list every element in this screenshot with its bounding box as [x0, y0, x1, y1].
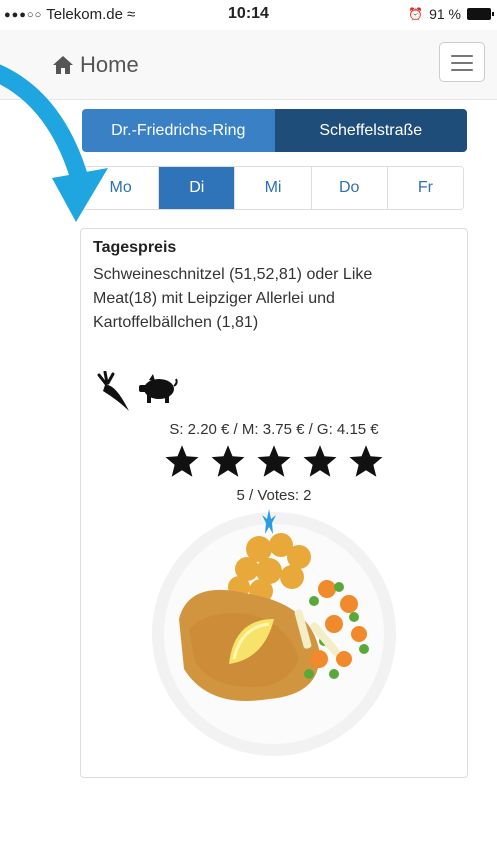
- day-tabs: Mo Di Mi Do Fr: [82, 166, 464, 210]
- meal-price: S: 2.20 € / M: 3.75 € / G: 4.15 €: [169, 421, 379, 438]
- navbar: Home: [0, 30, 497, 100]
- rating-stars[interactable]: [81, 443, 467, 479]
- location-tabs: Dr.-Friedrichs-Ring Scheffelstraße: [82, 109, 467, 152]
- home-label: Home: [80, 52, 139, 77]
- tab-location-scheffelstrasse[interactable]: Scheffelstraße: [274, 109, 467, 152]
- star-icon[interactable]: [255, 443, 293, 479]
- star-icon[interactable]: [347, 443, 385, 479]
- dish-image: [152, 509, 396, 756]
- tab-day-di[interactable]: Di: [159, 167, 236, 209]
- diet-icons: [97, 371, 179, 413]
- status-right: ⏰ 91 %: [408, 6, 494, 22]
- meal-card: Tagespreis Schweineschnitzel (51,52,81) …: [80, 228, 468, 778]
- menu-toggle-button[interactable]: [439, 42, 485, 82]
- tab-day-mo[interactable]: Mo: [83, 167, 160, 209]
- tab-day-fr[interactable]: Fr: [387, 167, 463, 209]
- status-bar: ●●●○○ Telekom.de ≈ 10:14 ⏰ 91 %: [0, 0, 497, 30]
- meal-votes: 5 / Votes: 2: [236, 487, 312, 504]
- tab-location-dr-friedrichs-ring[interactable]: Dr.-Friedrichs-Ring: [82, 109, 275, 152]
- meal-description: Schweineschnitzel (51,52,81) oder Like M…: [93, 266, 373, 331]
- star-icon[interactable]: [163, 443, 201, 479]
- hamburger-icon-line: [451, 62, 473, 64]
- hamburger-icon: [451, 55, 473, 57]
- home-icon: [53, 56, 73, 74]
- battery-percent: 91 %: [429, 6, 461, 22]
- pig-icon: [139, 374, 178, 403]
- hamburger-icon-line: [451, 69, 473, 71]
- star-icon[interactable]: [301, 443, 339, 479]
- tab-day-mi[interactable]: Mi: [235, 167, 312, 209]
- home-link[interactable]: Home: [52, 52, 139, 78]
- meal-title: Tagespreis: [93, 239, 177, 256]
- tab-day-do[interactable]: Do: [311, 167, 388, 209]
- battery-icon: [467, 8, 494, 20]
- alarm-icon: ⏰: [408, 7, 424, 21]
- carrot-icon: [97, 371, 129, 411]
- star-icon[interactable]: [209, 443, 247, 479]
